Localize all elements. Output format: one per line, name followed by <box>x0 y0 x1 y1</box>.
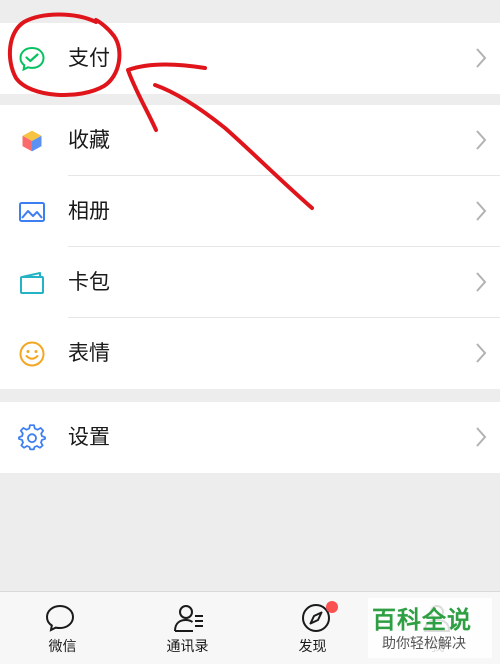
cube-favorites-icon <box>18 127 46 155</box>
tab-chats[interactable]: 微信 <box>0 592 125 664</box>
smiley-icon <box>18 340 46 368</box>
menu-item-pay[interactable]: 支付 <box>0 23 500 94</box>
tab-label: 通讯录 <box>166 639 209 655</box>
section-collections: 收藏 相册 卡包 表情 <box>0 105 500 389</box>
chevron-right-icon <box>476 427 487 447</box>
card-wallet-icon <box>18 269 46 297</box>
contacts-icon <box>174 605 203 632</box>
watermark-title: 百科全说 <box>372 606 472 634</box>
discover-badge-dot <box>326 601 338 613</box>
chevron-right-icon <box>476 48 487 68</box>
section-settings: 设置 <box>0 402 500 473</box>
chat-bubble-icon <box>45 604 75 632</box>
menu-item-label: 设置 <box>68 425 110 449</box>
tab-label: 发现 <box>298 639 327 655</box>
menu-item-label: 卡包 <box>68 270 110 294</box>
menu-item-favorites[interactable]: 收藏 <box>0 105 500 176</box>
wechat-pay-icon <box>18 45 46 73</box>
menu-item-label: 支付 <box>68 46 110 70</box>
menu-item-label: 相册 <box>68 199 110 223</box>
menu-item-stickers[interactable]: 表情 <box>0 318 500 389</box>
chevron-right-icon <box>476 272 487 292</box>
section-pay: 支付 <box>0 23 500 94</box>
chevron-right-icon <box>476 201 487 221</box>
menu-item-album[interactable]: 相册 <box>0 176 500 247</box>
menu-item-card-wallet[interactable]: 卡包 <box>0 247 500 318</box>
tab-contacts[interactable]: 通讯录 <box>125 592 250 664</box>
menu-item-label: 收藏 <box>68 128 110 152</box>
tab-label: 微信 <box>48 639 77 655</box>
chevron-right-icon <box>476 130 487 150</box>
watermark-subtitle: 助你轻松解决 <box>382 636 466 652</box>
watermark: 百科全说 助你轻松解决 <box>368 598 492 658</box>
menu-item-label: 表情 <box>68 341 110 365</box>
chevron-right-icon <box>476 343 487 363</box>
tab-discover[interactable]: 发现 <box>250 592 375 664</box>
menu-item-settings[interactable]: 设置 <box>0 402 500 473</box>
gear-icon <box>18 424 46 452</box>
photo-album-icon <box>18 198 46 226</box>
